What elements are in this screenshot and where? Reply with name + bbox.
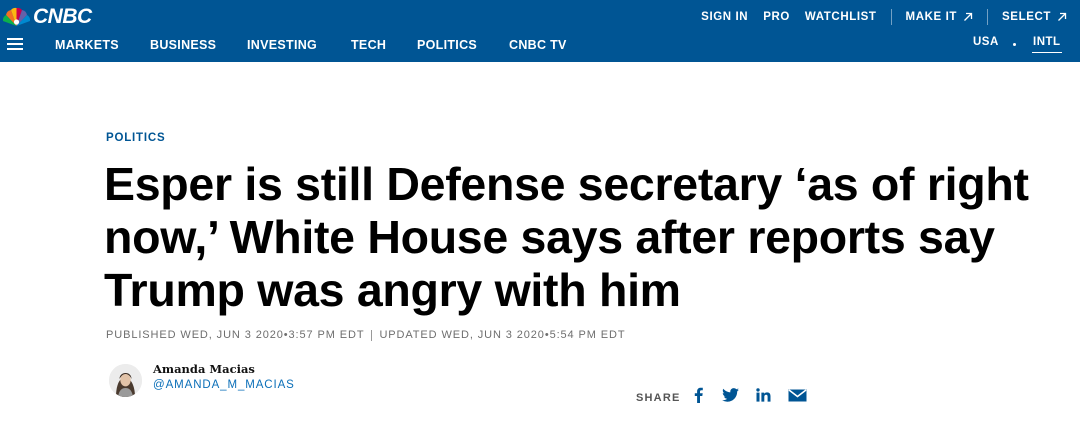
facebook-icon[interactable] [692,386,704,404]
email-icon[interactable] [787,386,807,404]
cnbc-logo[interactable]: CNBC [2,5,92,28]
updated-time: UPDATED WED, JUN 3 2020•5:54 PM EDT [379,329,626,341]
nav-item-markets[interactable]: MARKETS [55,38,119,52]
author-photo [109,364,142,397]
divider [987,9,989,25]
selected-edition-indicator [1032,52,1062,53]
pro-label: PRO [763,11,790,23]
edition-usa[interactable]: USA [973,36,999,48]
make-it-label: MAKE IT [905,11,958,23]
hamburger-menu-icon[interactable] [7,38,23,50]
peacock-icon [2,7,31,27]
watchlist-link[interactable]: WATCHLIST [805,11,877,23]
divider [890,9,892,25]
sign-in-label: SIGN IN [701,11,749,23]
select-label: SELECT [1002,11,1051,23]
select-link[interactable]: SELECT [1002,11,1067,23]
logo-wordmark: CNBC [33,5,92,28]
article-timestamps: PUBLISHED WED, JUN 3 2020•3:57 PM EDT UP… [106,329,626,341]
nav-item-cnbc-tv[interactable]: CNBC TV [509,38,567,52]
sign-in-link[interactable]: SIGN IN [701,11,748,23]
site-header: CNBC SIGN IN PRO WATCHLIST MAKE IT SELEC… [0,0,1080,62]
watchlist-label: WATCHLIST [804,11,877,23]
section-label[interactable]: POLITICS [106,132,165,144]
twitter-icon[interactable] [721,386,739,404]
nav-item-investing[interactable]: INVESTING [247,38,317,52]
external-arrow-icon [1058,12,1067,21]
author-avatar[interactable] [109,364,142,397]
edition-separator-dot [1013,43,1016,46]
edition-intl[interactable]: INTL [1033,36,1061,48]
author-name[interactable]: Amanda Macias [153,362,255,376]
pro-link[interactable]: PRO [763,11,790,23]
author-twitter-handle[interactable]: @AMANDA_M_MACIAS [153,379,295,391]
external-arrow-icon [964,12,973,21]
linkedin-icon[interactable] [755,386,771,404]
share-label: SHARE [636,392,681,404]
timestamp-divider [371,329,373,341]
nav-item-tech[interactable]: TECH [351,38,386,52]
make-it-link[interactable]: MAKE IT [906,11,973,23]
article-headline: Esper is still Defense secretary ‘as of … [104,158,1029,316]
published-time: PUBLISHED WED, JUN 3 2020•3:57 PM EDT [106,329,365,341]
top-links: SIGN IN PRO WATCHLIST MAKE IT SELECT [701,9,1080,25]
nav-item-politics[interactable]: POLITICS [417,38,477,52]
nav-item-business[interactable]: BUSINESS [150,38,216,52]
